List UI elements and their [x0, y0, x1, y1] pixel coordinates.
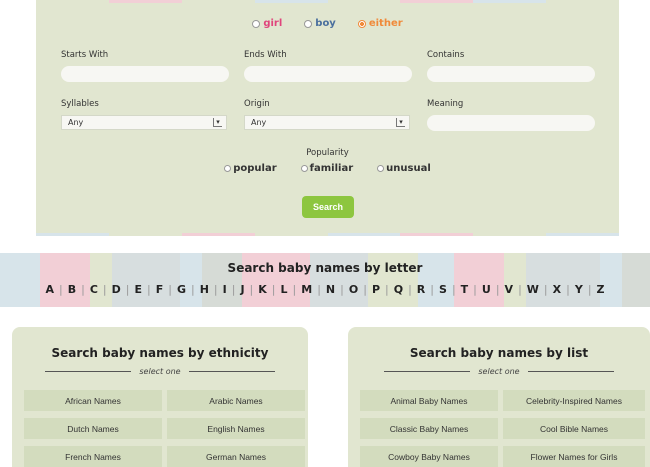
ends-with-input[interactable]	[244, 66, 412, 82]
letter-link-y[interactable]: Y	[570, 283, 588, 296]
ethnicity-title: Search baby names by ethnicity	[51, 346, 269, 360]
search-button[interactable]: Search	[302, 196, 354, 218]
syllables-value: Any	[68, 118, 84, 127]
list-flower-button[interactable]: Flower Names for Girls	[503, 446, 645, 467]
ethnicity-french-button[interactable]: French Names	[24, 446, 162, 467]
gender-boy-label: boy	[315, 18, 336, 29]
popularity-selector: popular familiar unusual	[36, 163, 619, 174]
letter-link-f[interactable]: F	[151, 283, 169, 296]
contains-label: Contains	[427, 50, 465, 60]
ethnicity-english-button[interactable]: English Names	[167, 418, 305, 439]
list-cowboy-button[interactable]: Cowboy Baby Names	[360, 446, 498, 467]
chevron-down-icon[interactable]: ▾	[213, 118, 222, 127]
ethnicity-arabic-button[interactable]: Arabic Names	[167, 390, 305, 411]
syllables-label: Syllables	[61, 99, 99, 109]
meaning-label: Meaning	[427, 99, 464, 109]
ethnicity-african-button[interactable]: African Names	[24, 390, 162, 411]
list-classic-button[interactable]: Classic Baby Names	[360, 418, 498, 439]
list-bible-button[interactable]: Cool Bible Names	[503, 418, 645, 439]
origin-select[interactable]: Any ▾	[244, 115, 410, 130]
starts-with-input[interactable]	[61, 66, 229, 82]
radio-girl[interactable]	[252, 19, 261, 28]
popularity-label: Popularity	[306, 148, 349, 158]
panel-bottom-stripe	[36, 233, 619, 236]
letter-link-e[interactable]: E	[129, 283, 147, 296]
letter-link-m[interactable]: M	[296, 283, 317, 296]
ethnicity-grid: African Names Arabic Names Dutch Names E…	[24, 390, 305, 467]
meaning-input[interactable]	[427, 115, 595, 131]
contains-input[interactable]	[427, 66, 595, 82]
familiar-label: familiar	[309, 163, 354, 174]
radio-either[interactable]	[357, 19, 366, 28]
letter-link-x[interactable]: X	[548, 283, 566, 296]
list-animal-button[interactable]: Animal Baby Names	[360, 390, 498, 411]
gender-boy-option[interactable]: boy	[304, 18, 336, 29]
select-one-label: select one	[478, 367, 520, 376]
letter-link-b[interactable]: B	[63, 283, 81, 296]
popular-label: popular	[233, 163, 277, 174]
letter-link-p[interactable]: P	[367, 283, 385, 296]
letter-link-c[interactable]: C	[85, 283, 103, 296]
letter-link-z[interactable]: Z	[592, 283, 610, 296]
gender-girl-label: girl	[263, 18, 283, 29]
divider	[188, 371, 275, 372]
letter-link-w[interactable]: W	[522, 283, 544, 296]
starts-with-label: Starts With	[61, 50, 109, 60]
letter-link-g[interactable]: G	[172, 283, 191, 296]
radio-popular[interactable]	[224, 164, 232, 172]
gender-girl-option[interactable]: girl	[252, 18, 282, 29]
ethnicity-box: Search baby names by ethnicity select on…	[12, 327, 308, 467]
letter-link-a[interactable]: A	[40, 283, 59, 296]
divider	[527, 371, 614, 372]
letter-link-u[interactable]: U	[477, 283, 496, 296]
origin-label: Origin	[244, 99, 270, 109]
letter-search-title: Search baby names by letter	[227, 261, 423, 275]
unusual-label: unusual	[386, 163, 431, 174]
select-one-label: select one	[139, 367, 181, 376]
popularity-popular-option[interactable]: popular	[224, 163, 277, 174]
letter-link-q[interactable]: Q	[389, 283, 408, 296]
ends-with-label: Ends With	[244, 50, 287, 60]
letter-link-n[interactable]: N	[321, 283, 340, 296]
list-celebrity-button[interactable]: Celebrity-Inspired Names	[503, 390, 645, 411]
panel-top-stripe	[36, 0, 619, 3]
letter-link-d[interactable]: D	[107, 283, 126, 296]
list-grid: Animal Baby Names Celebrity-Inspired Nam…	[360, 390, 648, 467]
syllables-select[interactable]: Any ▾	[61, 115, 227, 130]
ethnicity-subtitle: select one	[12, 367, 308, 376]
ethnicity-german-button[interactable]: German Names	[167, 446, 305, 467]
letter-link-r[interactable]: R	[412, 283, 430, 296]
divider	[384, 371, 471, 372]
divider	[45, 371, 132, 372]
popularity-familiar-option[interactable]: familiar	[300, 163, 354, 174]
letter-list: A | B | C | D | E | F | G | H | I | J | K | L | M | N | O | P | Q | R | S | T |…	[0, 283, 650, 296]
letter-link-j[interactable]: J	[235, 283, 249, 296]
list-box: Search baby names by list select one Ani…	[348, 327, 650, 467]
letter-link-k[interactable]: K	[253, 283, 272, 296]
popularity-unusual-option[interactable]: unusual	[377, 163, 431, 174]
letter-link-h[interactable]: H	[195, 283, 214, 296]
letter-link-l[interactable]: L	[276, 283, 293, 296]
name-search-panel: girl boy either Starts With Ends With Co…	[36, 0, 619, 236]
letter-link-o[interactable]: O	[344, 283, 363, 296]
chevron-down-icon[interactable]: ▾	[396, 118, 405, 127]
radio-boy[interactable]	[304, 19, 313, 28]
list-subtitle: select one	[348, 367, 650, 376]
radio-familiar[interactable]	[300, 164, 308, 172]
letter-link-t[interactable]: T	[456, 283, 474, 296]
letter-link-s[interactable]: S	[434, 283, 452, 296]
gender-selector: girl boy either	[36, 18, 619, 29]
list-title: Search baby names by list	[409, 346, 589, 360]
radio-unusual[interactable]	[377, 164, 385, 172]
letter-link-i[interactable]: I	[218, 283, 232, 296]
letter-link-v[interactable]: V	[500, 283, 519, 296]
gender-either-option[interactable]: either	[357, 18, 403, 29]
origin-value: Any	[251, 118, 267, 127]
gender-either-label: either	[368, 18, 403, 29]
ethnicity-dutch-button[interactable]: Dutch Names	[24, 418, 162, 439]
